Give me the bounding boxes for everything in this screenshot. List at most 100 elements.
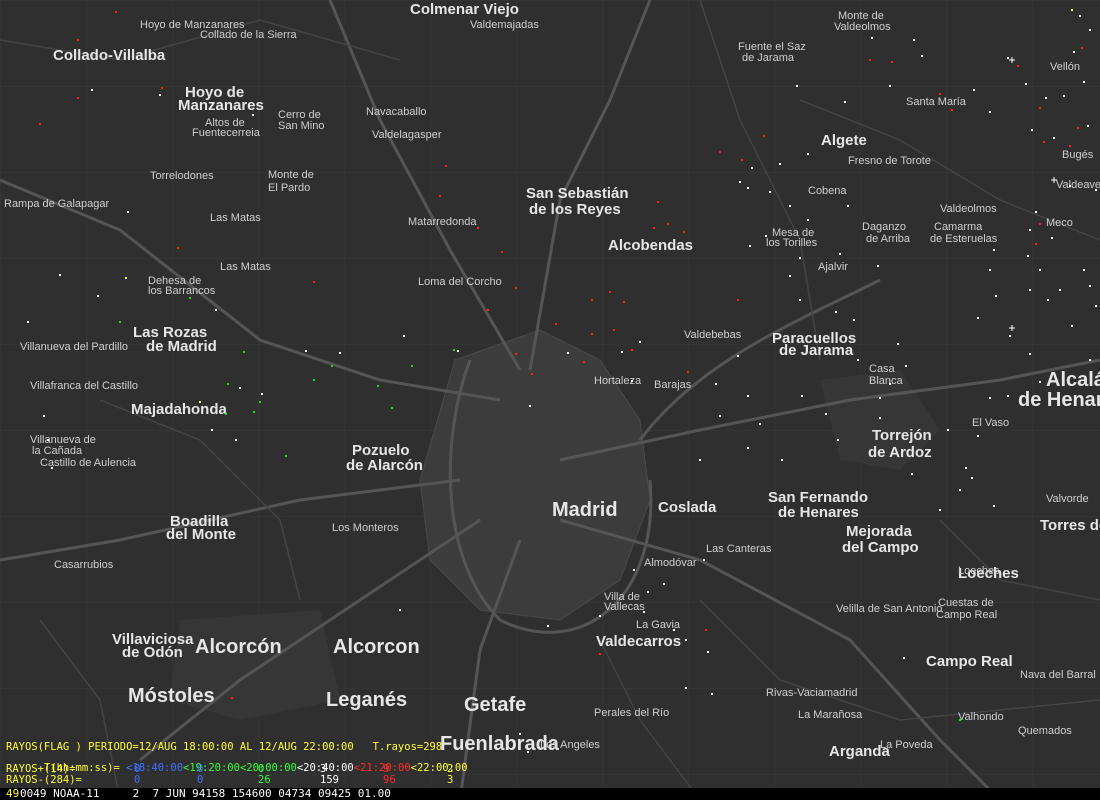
strike-white	[305, 350, 307, 352]
strike-white	[747, 187, 749, 189]
strike-count: 0	[258, 763, 265, 775]
strike-green	[331, 365, 333, 367]
strike-white	[1025, 83, 1027, 85]
strike-red	[939, 93, 941, 95]
strike-white	[261, 393, 263, 395]
strike-white	[825, 413, 827, 415]
strike-count: 0	[134, 763, 141, 775]
strike-white	[647, 591, 649, 593]
strike-white	[339, 352, 341, 354]
strike-positive-cross	[1009, 57, 1015, 63]
strike-white	[1083, 81, 1085, 83]
strike-white	[631, 380, 633, 382]
interval-bound: <19:20:00	[183, 762, 240, 774]
strike-green	[377, 385, 379, 387]
strike-white	[529, 405, 531, 407]
strike-white	[857, 359, 859, 361]
strike-red	[591, 299, 593, 301]
strike-white	[1039, 269, 1041, 271]
strike-white	[1029, 229, 1031, 231]
strike-white	[1051, 237, 1053, 239]
strike-white	[97, 295, 99, 297]
strike-green	[959, 719, 961, 721]
period-line: RAYOS(FLAG ) PERIODO=12/AUG 18:00:00 AL …	[6, 741, 443, 753]
strike-red	[439, 195, 441, 197]
interval-bound: <20:00:00	[239, 762, 297, 774]
strike-red	[763, 135, 765, 137]
strike-white	[1007, 395, 1009, 397]
lightning-map-view: Madrid Alcorcón Alcorcon Móstoles Getafe Alca…	[0, 0, 1100, 800]
strike-red	[609, 291, 611, 293]
strike-white	[1089, 285, 1091, 287]
strike-green	[285, 455, 287, 457]
strike-red	[719, 151, 721, 153]
strike-white	[921, 55, 923, 57]
strike-white	[127, 211, 129, 213]
strike-red	[1035, 243, 1037, 245]
strike-white	[707, 651, 709, 653]
strike-count: 9	[383, 763, 390, 775]
strike-white	[807, 219, 809, 221]
strike-white	[995, 295, 997, 297]
strike-white	[749, 245, 751, 247]
strike-white	[853, 319, 855, 321]
strike-red	[631, 349, 633, 351]
strike-white	[1045, 97, 1047, 99]
strike-white	[781, 459, 783, 461]
strike-red	[477, 227, 479, 229]
strike-white	[1071, 325, 1073, 327]
strike-white	[759, 423, 761, 425]
strike-white	[769, 191, 771, 193]
strike-white	[844, 101, 846, 103]
strike-white	[159, 94, 161, 96]
strike-white	[1089, 359, 1091, 361]
strike-green	[259, 401, 261, 403]
strike-white	[51, 467, 53, 469]
strike-green	[411, 365, 413, 367]
strike-white	[1053, 137, 1055, 139]
strike-white	[399, 609, 401, 611]
strike-white	[989, 397, 991, 399]
strike-white	[739, 181, 741, 183]
strike-white	[796, 85, 798, 87]
strike-red	[1069, 145, 1071, 147]
strike-red	[487, 309, 489, 311]
strike-green	[313, 379, 315, 381]
strike-green	[227, 383, 229, 385]
strike-red	[653, 227, 655, 229]
strike-white	[1007, 57, 1009, 59]
strike-white	[747, 447, 749, 449]
strike-white	[567, 352, 569, 354]
strike-red	[177, 247, 179, 249]
strike-count: 159	[320, 774, 339, 786]
strike-white	[639, 341, 641, 343]
strike-yellow	[125, 277, 127, 279]
strike-white	[889, 85, 891, 87]
strike-red	[869, 59, 871, 61]
strike-white	[879, 417, 881, 419]
strike-white	[1063, 95, 1065, 97]
strike-white	[1027, 255, 1029, 257]
strike-white	[235, 439, 237, 441]
strike-white	[847, 205, 849, 207]
strike-yellow	[1071, 9, 1073, 11]
strike-red	[623, 301, 625, 303]
strike-red	[313, 281, 315, 283]
strike-white	[807, 153, 809, 155]
strike-red	[515, 287, 517, 289]
strike-white	[719, 415, 721, 417]
strike-white	[789, 205, 791, 207]
strike-red	[77, 97, 79, 99]
strike-white	[993, 505, 995, 507]
strike-white	[1079, 15, 1081, 17]
strike-red	[1017, 65, 1019, 67]
strike-count: 0	[134, 774, 141, 786]
negative-strikes-label: RAYOS-(284)=	[6, 774, 82, 786]
strike-red	[1039, 223, 1041, 225]
strike-red	[737, 299, 739, 301]
strike-white	[1083, 269, 1085, 271]
strike-white	[239, 387, 241, 389]
strike-red	[445, 165, 447, 167]
strike-white	[1029, 289, 1031, 291]
interval-list: <18:40:00<19:20:00<20:00:00<20:40:00<21:…	[126, 762, 467, 774]
